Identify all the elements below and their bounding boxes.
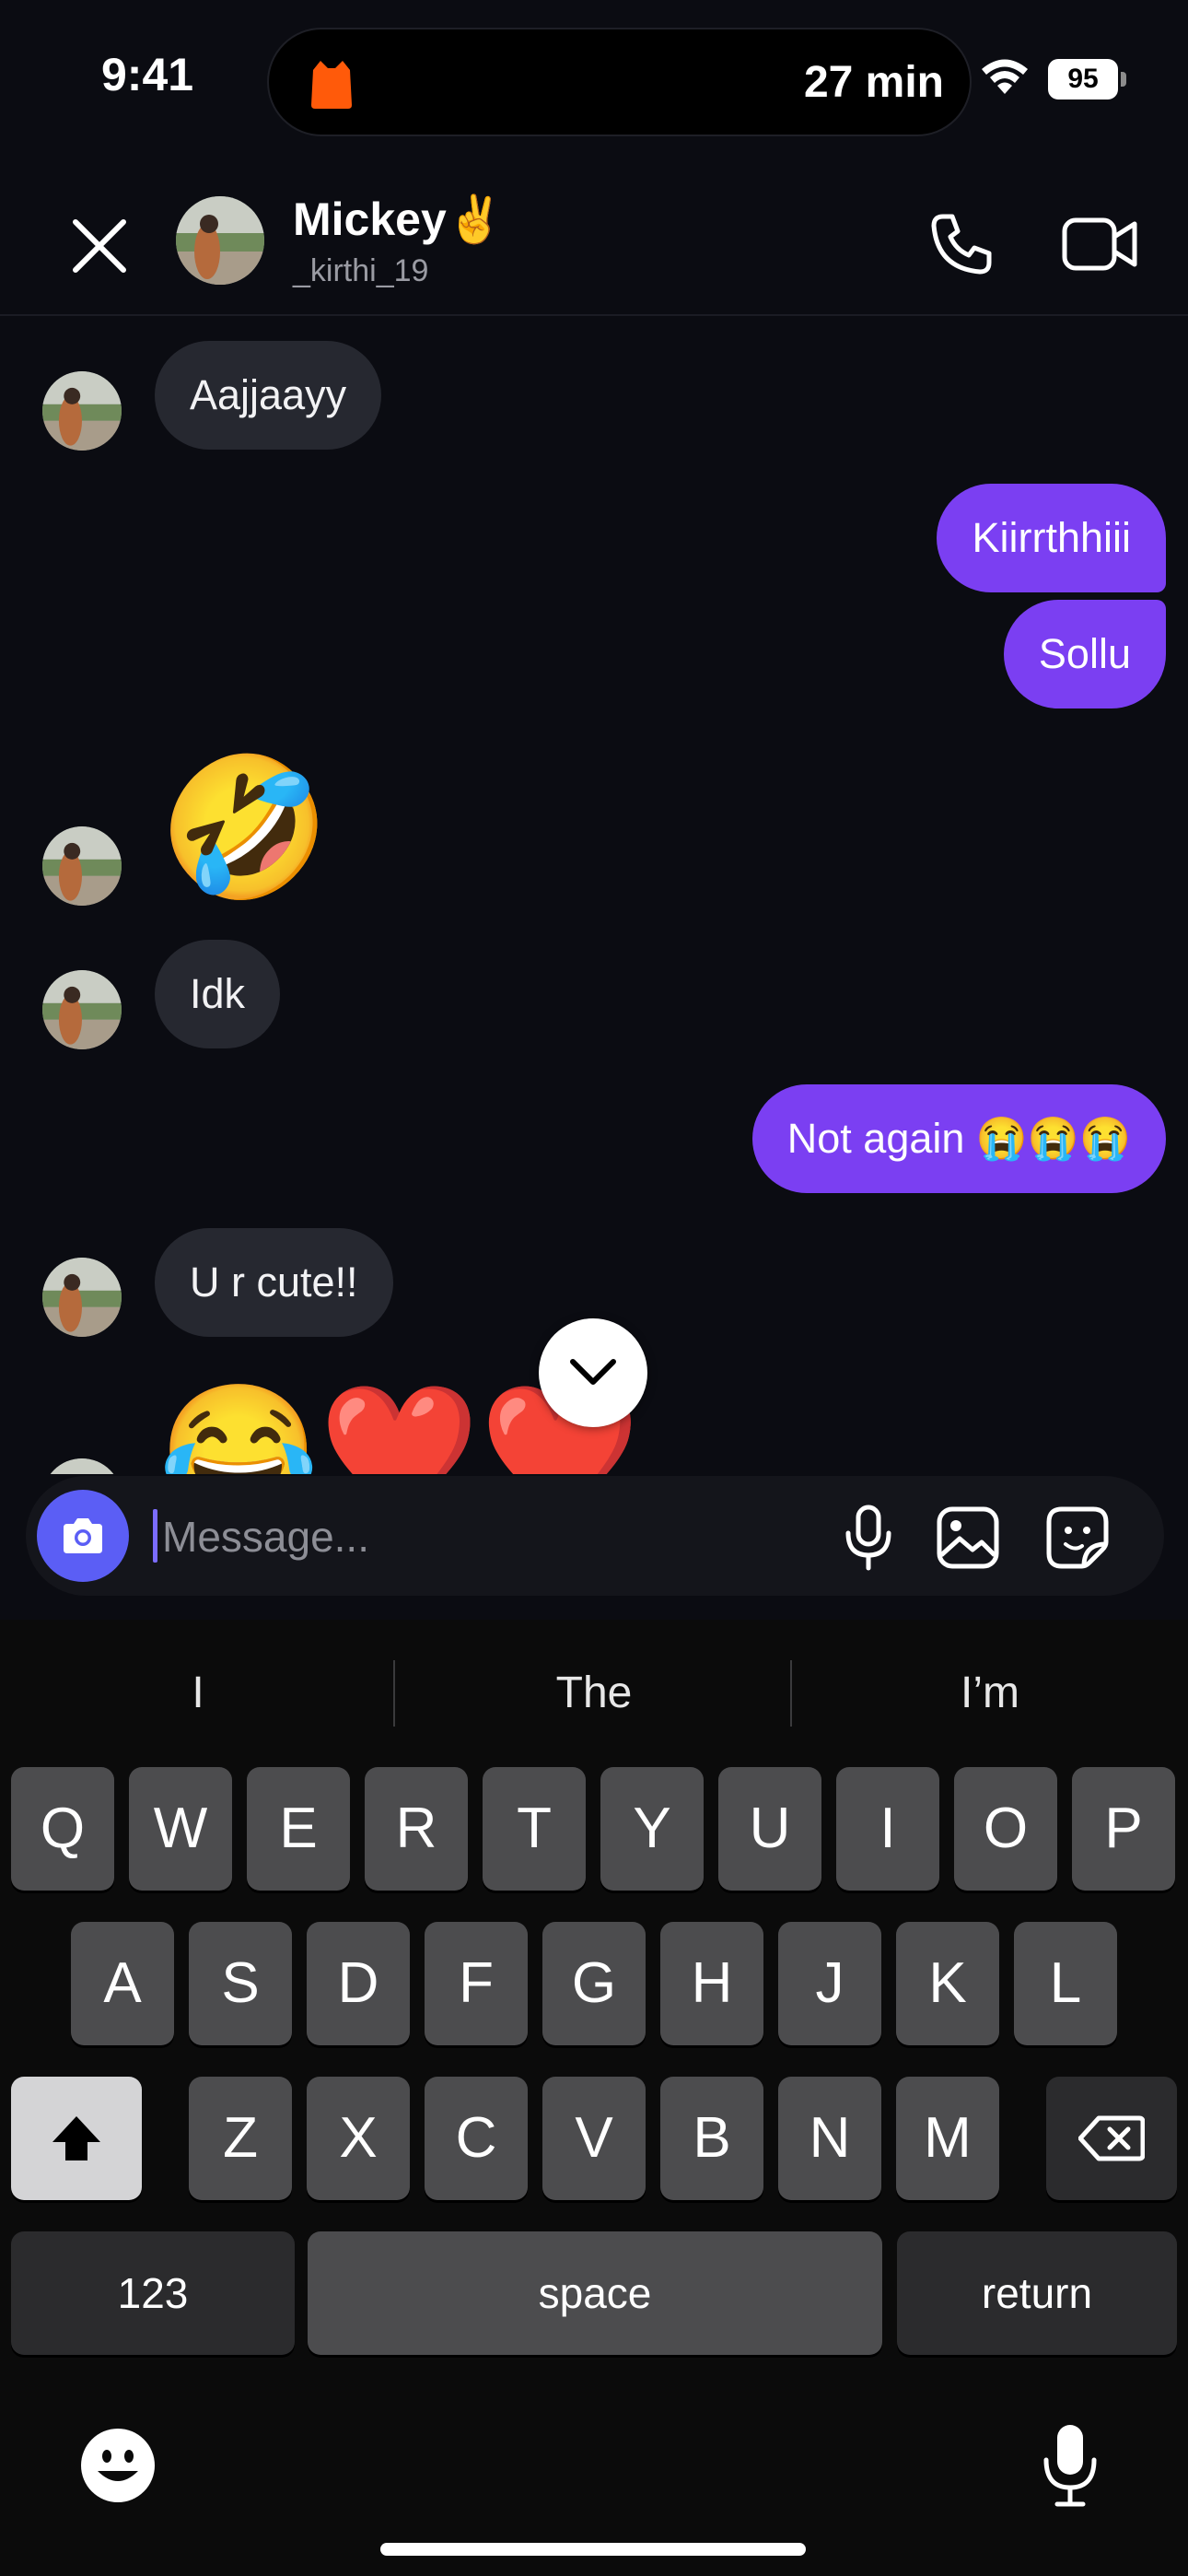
sender-avatar[interactable] — [42, 826, 122, 906]
sticker-icon[interactable] — [1043, 1504, 1112, 1572]
battery-indicator: 95 — [1048, 59, 1127, 100]
key-e[interactable]: E — [247, 1767, 350, 1891]
numbers-key[interactable]: 123 — [11, 2231, 295, 2355]
sender-avatar[interactable] — [42, 1458, 122, 1474]
message-composer — [26, 1476, 1164, 1596]
key-y[interactable]: Y — [600, 1767, 704, 1891]
key-t[interactable]: T — [483, 1767, 586, 1891]
key-q[interactable]: Q — [11, 1767, 114, 1891]
close-icon[interactable] — [63, 209, 136, 283]
key-w[interactable]: W — [129, 1767, 232, 1891]
dynamic-island[interactable]: 27 min — [267, 28, 972, 136]
key-o[interactable]: O — [954, 1767, 1057, 1891]
key-s[interactable]: S — [189, 1922, 292, 2045]
suggestion-bar: I The I’m — [0, 1620, 1188, 1767]
backspace-key[interactable] — [1046, 2077, 1177, 2200]
status-bar: 9:41 27 min 95 — [0, 0, 1188, 161]
key-m[interactable]: M — [896, 2077, 999, 2200]
key-k[interactable]: K — [896, 1922, 999, 2045]
battery-level: 95 — [1048, 59, 1118, 100]
key-a[interactable]: A — [71, 1922, 174, 2045]
emoji-icon[interactable] — [79, 2427, 157, 2504]
suggestion-divider — [790, 1660, 792, 1727]
scroll-to-bottom-button[interactable] — [539, 1318, 647, 1427]
key-i[interactable]: I — [836, 1767, 939, 1891]
key-u[interactable]: U — [718, 1767, 821, 1891]
app-activity-icon — [311, 61, 352, 109]
gallery-icon[interactable] — [934, 1504, 1002, 1572]
message-bubble-incoming[interactable]: Aajjaayy — [155, 341, 382, 450]
keyboard: I The I’m Q W E R T Y U I O P A S D F G … — [0, 1620, 1188, 2576]
shift-icon — [52, 2116, 100, 2160]
message-bubble-incoming[interactable]: Idk — [155, 940, 281, 1048]
text-cursor — [153, 1509, 157, 1563]
suggestion-item[interactable]: I’m — [797, 1657, 1183, 1730]
dictation-icon[interactable] — [1039, 2421, 1101, 2510]
key-c[interactable]: C — [425, 2077, 528, 2200]
key-r[interactable]: R — [365, 1767, 468, 1891]
key-j[interactable]: J — [778, 1922, 881, 2045]
suggestion-divider — [393, 1660, 395, 1727]
activity-timer: 27 min — [803, 58, 944, 107]
return-key[interactable]: return — [897, 2231, 1177, 2355]
key-f[interactable]: F — [425, 1922, 528, 2045]
message-bubble-incoming[interactable]: U r cute!! — [155, 1228, 393, 1337]
chevron-down-icon — [570, 1359, 616, 1385]
key-b[interactable]: B — [660, 2077, 763, 2200]
key-p[interactable]: P — [1072, 1767, 1175, 1891]
message-bubble-outgoing[interactable]: Sollu — [1003, 600, 1166, 708]
suggestion-item[interactable]: I — [5, 1657, 391, 1730]
sender-avatar[interactable] — [42, 970, 122, 1049]
camera-button[interactable] — [37, 1490, 129, 1582]
key-z[interactable]: Z — [189, 2077, 292, 2200]
key-n[interactable]: N — [778, 2077, 881, 2200]
message-bubble-outgoing[interactable]: Not again 😭😭😭 — [751, 1084, 1166, 1193]
emoji-message[interactable]: 🤣 — [158, 758, 331, 896]
key-v[interactable]: V — [542, 2077, 646, 2200]
message-thread[interactable]: Aajjaayy Kiirrthhiii Sollu 🤣 Idk Not aga… — [0, 318, 1188, 1474]
microphone-icon[interactable] — [836, 1504, 901, 1572]
key-g[interactable]: G — [542, 1922, 646, 2045]
phone-icon[interactable] — [925, 207, 998, 281]
battery-tip — [1121, 72, 1126, 87]
shift-key[interactable] — [11, 2077, 142, 2200]
chat-header: Mickey✌️ _kirthi_19 — [0, 161, 1188, 316]
message-bubble-outgoing[interactable]: Kiirrthhiii — [937, 484, 1166, 592]
wifi-icon — [982, 59, 1028, 94]
key-l[interactable]: L — [1014, 1922, 1117, 2045]
contact-username: _kirthi_19 — [293, 253, 429, 288]
suggestion-item[interactable]: The — [401, 1657, 787, 1730]
contact-avatar[interactable] — [176, 196, 264, 285]
key-x[interactable]: X — [307, 2077, 410, 2200]
backspace-icon — [1078, 2115, 1145, 2161]
sender-avatar[interactable] — [42, 371, 122, 451]
message-input[interactable] — [160, 1502, 716, 1572]
key-d[interactable]: D — [307, 1922, 410, 2045]
space-key[interactable]: space — [308, 2231, 882, 2355]
video-camera-icon[interactable] — [1059, 207, 1142, 281]
home-indicator[interactable] — [380, 2543, 806, 2556]
status-time: 9:41 — [101, 49, 194, 100]
sender-avatar[interactable] — [42, 1258, 122, 1337]
camera-icon — [64, 1518, 102, 1553]
key-h[interactable]: H — [660, 1922, 763, 2045]
contact-name[interactable]: Mickey✌️ — [293, 193, 504, 247]
